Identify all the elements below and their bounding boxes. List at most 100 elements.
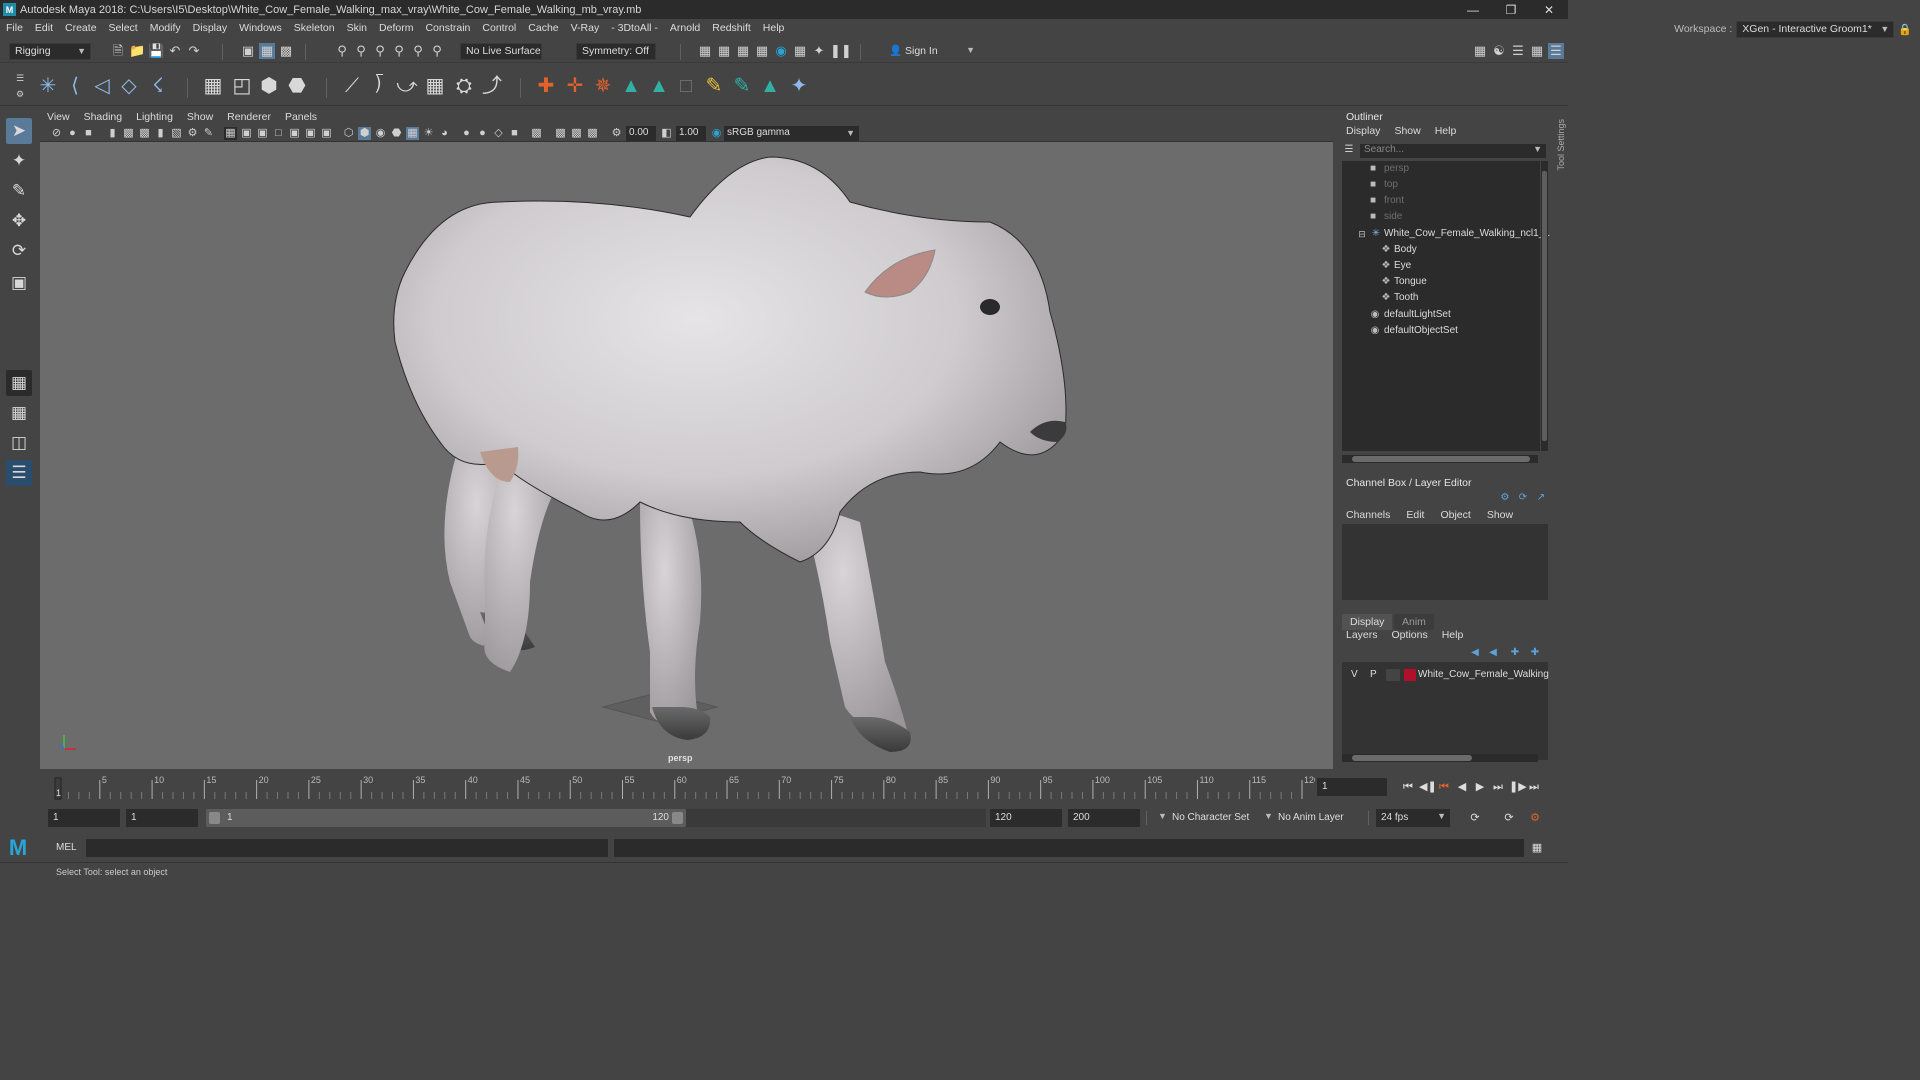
symmetry-dropdown[interactable]: Symmetry: Off [576, 43, 656, 60]
maximize-icon[interactable]: ❐ [1492, 0, 1530, 19]
open-scene-icon[interactable]: 📁 [129, 43, 145, 59]
outliner-item-cow-root[interactable]: ⊟ ✳ White_Cow_Female_Walking_ncl1_1 [1342, 226, 1550, 242]
camera-attributes-icon[interactable]: ▩ [122, 127, 135, 140]
animation-end-field[interactable]: 200 [1068, 809, 1140, 827]
render-sequence-icon[interactable]: ▦ [716, 43, 732, 59]
menu-skin[interactable]: Skin [341, 22, 373, 34]
outliner-menu-show[interactable]: Show [1394, 125, 1420, 137]
chevron-down-icon[interactable]: ▼ [1158, 811, 1167, 821]
hik-character-icon[interactable]: ▲ [619, 74, 643, 98]
xray-joints-icon[interactable]: ⬣ [390, 127, 403, 140]
bookmark-icon[interactable]: ■ [82, 127, 95, 140]
close-icon[interactable]: ✕ [1530, 0, 1568, 19]
anti-aliasing-icon[interactable]: ◇ [492, 127, 505, 140]
channelbox-area[interactable] [1342, 524, 1548, 600]
outliner-layout-icon[interactable]: ☰ [6, 460, 32, 486]
textured-icon[interactable]: ▣ [304, 127, 317, 140]
menu-arnold[interactable]: Arnold [664, 22, 706, 34]
new-layer-selected-icon[interactable]: ✚ [1528, 645, 1542, 659]
point-constraint-icon[interactable]: ✚ [534, 74, 558, 98]
shadow-toggle-icon[interactable]: ◕ [438, 127, 451, 140]
hik-effector-icon[interactable]: ▲ [758, 74, 782, 98]
layer-color-swatch[interactable] [1404, 669, 1416, 681]
time-slider[interactable]: 5 10 15 20 25 30 35 40 45 50 55 60 65 70 75 80 85 90 95 100… [40, 772, 1315, 800]
go-to-end-icon[interactable]: ⏭ [1527, 780, 1541, 794]
textures-toggle-icon[interactable]: ▦ [406, 127, 419, 140]
command-input[interactable] [86, 839, 608, 857]
lights-icon[interactable]: ☀ [422, 127, 435, 140]
grid-toggle-icon[interactable]: ▦ [224, 127, 237, 140]
menu-modify[interactable]: Modify [144, 22, 187, 34]
play-forwards-icon[interactable]: ▶ [1473, 780, 1487, 794]
menuset-dropdown[interactable]: Rigging ▼ [9, 43, 91, 60]
ipr-render-icon[interactable]: ▦ [735, 43, 751, 59]
viewport-menu-shading[interactable]: Shading [77, 111, 130, 123]
step-back-key-icon[interactable]: ⏮ [1437, 780, 1451, 794]
bind-skin-icon[interactable]: ▦ [201, 74, 225, 98]
menu-vray[interactable]: V-Ray [565, 22, 606, 34]
quick-rig-icon[interactable]: ☇ [146, 74, 170, 98]
menu-constrain[interactable]: Constrain [419, 22, 476, 34]
xray-active-icon[interactable]: ▩ [554, 127, 567, 140]
color-management-icon[interactable]: ◉ [710, 127, 723, 140]
smooth-shade-icon[interactable]: ▣ [256, 127, 269, 140]
animation-preferences-icon[interactable]: ⚙ [1528, 811, 1542, 825]
orient-constraint-icon[interactable]: ✵ [591, 74, 615, 98]
layer-display-type[interactable] [1386, 669, 1400, 681]
outliner-item-tongue[interactable]: ❖ Tongue [1342, 274, 1540, 290]
range-slider[interactable]: 1 120 [206, 809, 686, 827]
hypershade-icon[interactable]: ◉ [773, 43, 789, 59]
menu-deform[interactable]: Deform [373, 22, 419, 34]
isolate-select-icon[interactable]: ▩ [530, 127, 543, 140]
step-back-frame-icon[interactable]: ◀❚ [1419, 780, 1437, 794]
menu-help[interactable]: Help [757, 22, 791, 34]
animation-start-field[interactable]: 1 [48, 809, 120, 827]
go-to-start-icon[interactable]: ⏮ [1401, 780, 1415, 794]
gamma-icon[interactable]: ◧ [660, 127, 673, 140]
layers-menu-layers[interactable]: Layers [1346, 629, 1378, 641]
layer-visibility-toggle[interactable]: V [1351, 669, 1358, 680]
render-frame-icon[interactable]: ▦ [697, 43, 713, 59]
channel-box-expand-icon[interactable]: ↗ [1534, 490, 1548, 504]
layer-row[interactable]: V P White_Cow_Female_Walking [1342, 667, 1549, 683]
channelbox-menu-edit[interactable]: Edit [1406, 509, 1424, 521]
outliner-item-front[interactable]: ■ front [1342, 193, 1540, 209]
interactive-bind-icon[interactable]: ⬣ [285, 74, 309, 98]
outliner-horizontal-scrollbar[interactable] [1342, 455, 1538, 463]
snap-surface-icon[interactable]: ⚲ [410, 43, 426, 59]
redo-icon[interactable]: ↷ [186, 43, 202, 59]
paint-weights-icon[interactable]: ⬢ [257, 74, 281, 98]
outliner-item-eye[interactable]: ❖ Eye [1342, 258, 1540, 274]
layers-menu-help[interactable]: Help [1442, 629, 1464, 641]
viewport-menu-view[interactable]: View [40, 111, 77, 123]
character-controls-icon[interactable]: ☯ [1491, 43, 1507, 59]
loop-icon[interactable]: ⟳ [1468, 811, 1482, 825]
undo-icon[interactable]: ↶ [167, 43, 183, 59]
workspace-dropdown[interactable]: XGen - Interactive Groom1* ▼ [1736, 20, 1895, 38]
minimize-icon[interactable]: — [1454, 0, 1492, 19]
lock-icon[interactable]: 🔒 [1898, 23, 1912, 36]
resolution-gate-icon[interactable]: ▮ [154, 127, 167, 140]
time-slider-ruler[interactable]: 5 10 15 20 25 30 35 40 45 50 55 60 65 70 75 80 85 90 95 100… [40, 772, 1315, 800]
tab-anim[interactable]: Anim [1394, 614, 1434, 630]
layers-horizontal-scrollbar[interactable] [1342, 754, 1538, 762]
shadows-icon[interactable]: ⬡ [342, 127, 355, 140]
two-pane-layout-icon[interactable]: ◫ [6, 430, 32, 456]
playback-end-field[interactable]: 120 [990, 809, 1062, 827]
layers-menu-options[interactable]: Options [1392, 629, 1428, 641]
skin-weights-icon[interactable]: ✎ [702, 74, 726, 98]
outliner-search-input[interactable]: Search... ▼ [1360, 144, 1546, 158]
viewport-menu-panels[interactable]: Panels [278, 111, 324, 123]
orient-joint-icon[interactable]: ◇ [117, 74, 141, 98]
gamma-field[interactable]: 1.00 [676, 126, 706, 141]
render-settings-icon[interactable]: ▦ [754, 43, 770, 59]
shaded-icon[interactable]: ⬢ [358, 127, 371, 140]
menu-cache[interactable]: Cache [522, 22, 564, 34]
channelbox-menu-channels[interactable]: Channels [1346, 509, 1390, 521]
range-end-handle[interactable] [672, 812, 683, 824]
select-object-icon[interactable]: ▦ [259, 43, 275, 59]
move-layer-down-icon[interactable]: ◀ [1486, 645, 1500, 659]
perspective-viewport[interactable]: View Shading Lighting Show Renderer Pane… [40, 109, 1333, 769]
shelf-settings-icon[interactable]: ⚙ [12, 86, 28, 102]
wrap-icon[interactable]: ⛭ [452, 74, 476, 98]
